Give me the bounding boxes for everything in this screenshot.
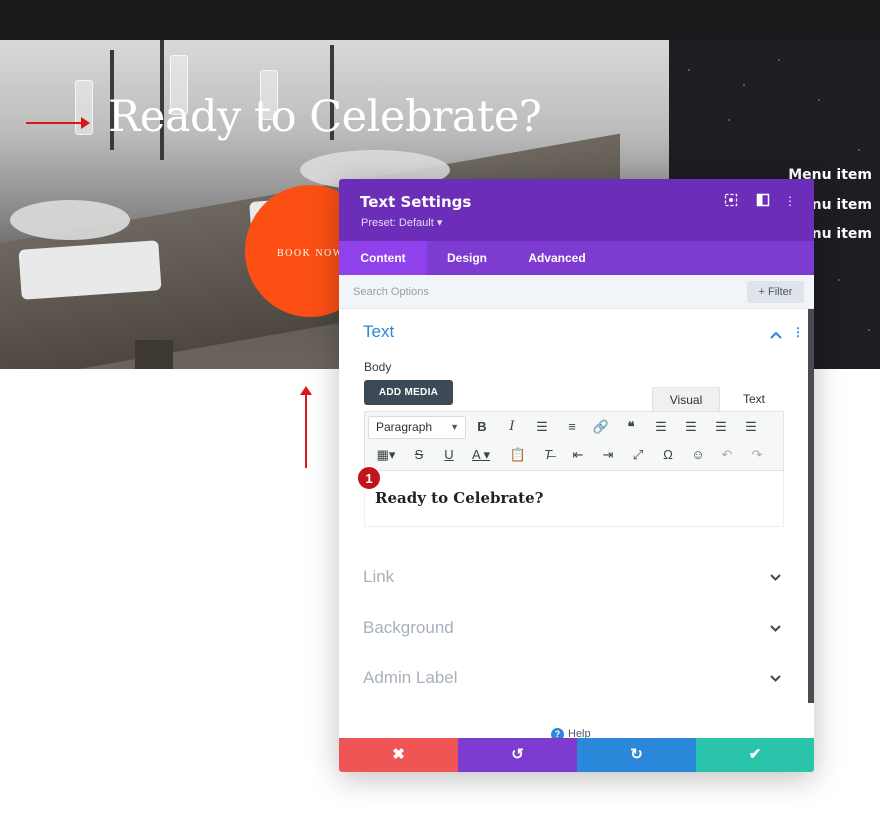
- align-left-icon[interactable]: ☰: [650, 416, 672, 438]
- text-settings-modal: Text Settings Preset: Default ▾ ⋮ Conten…: [339, 179, 814, 772]
- modal-header: Text Settings Preset: Default ▾ ⋮: [339, 179, 814, 241]
- add-media-button[interactable]: ADD MEDIA: [364, 380, 453, 405]
- annotation-arrow-right: [26, 117, 90, 129]
- section-more-icon[interactable]: ⋮: [792, 325, 804, 339]
- align-center-icon[interactable]: ☰: [680, 416, 702, 438]
- undo-icon: ↺: [511, 746, 524, 763]
- table-leg-detail: [135, 340, 173, 369]
- annotation-arrow-up: [300, 386, 312, 468]
- editor-tab-visual[interactable]: Visual: [652, 387, 720, 411]
- section-background-heading[interactable]: Background: [363, 618, 454, 638]
- redo-edit-icon[interactable]: ↷: [746, 444, 768, 466]
- paragraph-format-value: Paragraph: [376, 420, 433, 434]
- search-row: + Filter: [339, 275, 814, 309]
- save-button[interactable]: ✔: [696, 738, 814, 772]
- chevron-down-icon[interactable]: [770, 623, 781, 635]
- chevron-up-icon[interactable]: [770, 328, 782, 342]
- fullscreen-icon[interactable]: ⤢: [627, 444, 649, 466]
- redo-button[interactable]: ↻: [577, 738, 696, 772]
- top-bar: [0, 0, 880, 40]
- scrollbar[interactable]: [808, 309, 814, 703]
- chevron-down-icon[interactable]: [770, 572, 781, 584]
- undo-edit-icon[interactable]: ↶: [716, 444, 738, 466]
- paragraph-format-select[interactable]: Paragraph ▼: [368, 416, 466, 439]
- table-icon[interactable]: ▦▾: [371, 444, 401, 466]
- editor-tab-text[interactable]: Text: [720, 387, 788, 411]
- tab-content[interactable]: Content: [339, 241, 427, 275]
- redo-icon: ↻: [630, 746, 643, 763]
- clear-formatting-icon[interactable]: T̶: [537, 444, 559, 466]
- tab-design[interactable]: Design: [427, 241, 507, 275]
- tab-advanced[interactable]: Advanced: [507, 241, 607, 275]
- strikethrough-icon[interactable]: S: [408, 444, 430, 466]
- link-icon[interactable]: 🔗: [590, 416, 612, 438]
- editor-text[interactable]: Ready to Celebrate?: [375, 489, 543, 507]
- editor-content-area[interactable]: Ready to Celebrate?: [364, 471, 784, 527]
- preset-dropdown[interactable]: Preset: Default ▾: [361, 216, 442, 229]
- hero-title[interactable]: Ready to Celebrate?: [108, 92, 542, 142]
- plate-detail: [10, 200, 130, 240]
- align-justify-icon[interactable]: ☰: [740, 416, 762, 438]
- special-character-icon[interactable]: Ω: [657, 444, 679, 466]
- outdent-icon[interactable]: ⇤: [567, 444, 589, 466]
- cancel-button[interactable]: ✖: [339, 738, 458, 772]
- body-label: Body: [364, 360, 392, 374]
- check-icon: ✔: [748, 746, 762, 763]
- section-link-heading[interactable]: Link: [363, 567, 394, 587]
- blockquote-icon[interactable]: ❝: [620, 416, 642, 438]
- more-vertical-icon[interactable]: ⋮: [782, 193, 798, 209]
- search-options-input[interactable]: [353, 279, 733, 305]
- text-color-icon[interactable]: A ▾: [466, 444, 496, 466]
- modal-tabs: Content Design Advanced: [339, 241, 814, 275]
- bold-icon[interactable]: B: [471, 416, 493, 438]
- numbered-list-icon[interactable]: ≡: [561, 416, 583, 438]
- modal-footer: ✖ ↺ ↻ ✔: [339, 738, 814, 772]
- editor-toolbar: Paragraph ▼ B I ☰ ≡ 🔗 ❝ ☰ ☰ ☰ ☰ ▦▾ S U A…: [364, 411, 784, 471]
- chevron-down-icon[interactable]: [770, 673, 781, 685]
- napkin-detail: [18, 240, 162, 300]
- close-icon: ✖: [392, 746, 405, 763]
- target-icon[interactable]: [723, 193, 739, 209]
- caret-down-icon: ▼: [450, 422, 459, 432]
- section-admin-label-heading[interactable]: Admin Label: [363, 668, 458, 688]
- indent-icon[interactable]: ⇥: [597, 444, 619, 466]
- underline-icon[interactable]: U: [438, 444, 460, 466]
- filter-button[interactable]: + Filter: [747, 281, 804, 303]
- bullet-list-icon[interactable]: ☰: [531, 416, 553, 438]
- emoji-icon[interactable]: ☺: [687, 444, 709, 466]
- section-text-heading[interactable]: Text: [363, 322, 394, 342]
- undo-button[interactable]: ↺: [458, 738, 577, 772]
- align-right-icon[interactable]: ☰: [710, 416, 732, 438]
- modal-title: Text Settings: [360, 193, 472, 211]
- split-view-icon[interactable]: [755, 193, 771, 209]
- book-now-label[interactable]: BOOK NOW: [277, 248, 344, 259]
- annotation-badge: 1: [357, 466, 381, 490]
- page: Menu item Menu item Menu item Ready to C…: [0, 0, 880, 813]
- italic-icon[interactable]: I: [501, 416, 523, 438]
- paste-text-icon[interactable]: 📋: [507, 444, 529, 466]
